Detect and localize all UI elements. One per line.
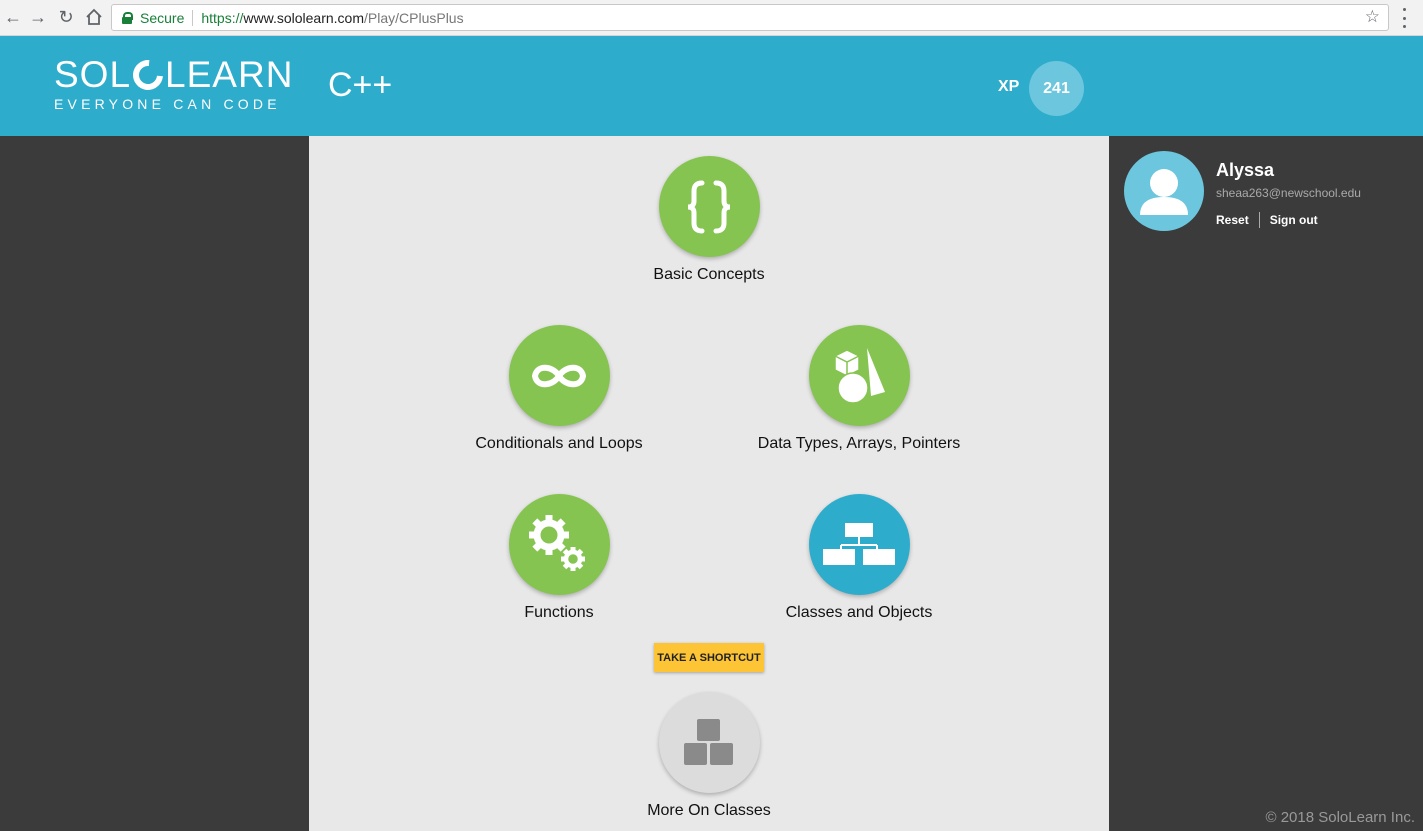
user-icon — [1140, 169, 1188, 215]
take-shortcut-button[interactable]: TAKE A SHORTCUT — [654, 643, 764, 672]
module-conditionals-loops[interactable]: Conditionals and Loops — [429, 325, 689, 453]
shapes-icon — [834, 347, 885, 404]
module-basic-concepts[interactable]: Basic Concepts — [579, 156, 839, 284]
module-circle[interactable] — [508, 494, 610, 595]
module-label: More On Classes — [647, 802, 771, 819]
lock-icon — [122, 12, 133, 24]
module-circle[interactable] — [808, 494, 910, 595]
module-circle[interactable] — [508, 325, 610, 426]
address-bar[interactable]: Secure https://www.sololearn.com/Play/CP… — [111, 4, 1389, 31]
course-title: C++ — [328, 66, 393, 104]
user-name: Alyssa — [1216, 160, 1275, 180]
bookmark-star-icon[interactable]: ☆ — [1365, 7, 1380, 27]
module-label: Data Types, Arrays, Pointers — [757, 435, 961, 452]
module-label: Conditionals and Loops — [475, 435, 643, 452]
sign-out-link[interactable]: Sign out — [1270, 213, 1318, 227]
hierarchy-icon — [823, 522, 895, 565]
reset-link[interactable]: Reset — [1216, 213, 1249, 227]
module-label: Classes and Objects — [785, 604, 933, 621]
forward-arrow-icon[interactable]: → — [28, 7, 48, 27]
browser-toolbar: ← → ↻ Secure https://www.sololearn.com/P… — [0, 0, 1423, 36]
course-map: Basic Concepts Conditionals and Loops Da… — [309, 136, 1109, 831]
module-label: Basic Concepts — [653, 266, 765, 283]
module-data-types[interactable]: Data Types, Arrays, Pointers — [729, 325, 989, 453]
logo-o-icon — [126, 53, 170, 97]
copyright-footer: © 2018 SoloLearn Inc. — [1265, 809, 1416, 826]
xp-label: XP — [998, 78, 1020, 95]
home-icon[interactable] — [84, 7, 104, 27]
module-functions[interactable]: Functions — [429, 494, 689, 622]
module-label: Functions — [524, 604, 594, 621]
avatar[interactable] — [1124, 151, 1204, 231]
xp-badge: 241 — [1029, 61, 1084, 116]
url-text: https://www.sololearn.com/Play/CPlusPlus — [201, 9, 464, 26]
infinity-icon — [531, 364, 587, 387]
curly-braces-icon — [687, 180, 731, 233]
module-more-on-classes[interactable]: More On Classes — [579, 692, 839, 820]
back-arrow-icon[interactable]: ← — [3, 7, 23, 27]
module-circle[interactable] — [658, 156, 760, 257]
user-email: sheaa263@newschool.edu — [1216, 186, 1361, 200]
module-circle[interactable] — [808, 325, 910, 426]
module-classes-objects[interactable]: Classes and Objects — [729, 494, 989, 622]
user-actions: Reset Sign out — [1216, 212, 1318, 228]
browser-menu-icon[interactable] — [1400, 8, 1408, 28]
blocks-icon — [684, 718, 733, 765]
gears-icon — [529, 514, 585, 571]
module-circle — [658, 692, 760, 793]
secure-label: Secure — [140, 9, 185, 26]
site-header: SOL LEARN EVERYONE CAN CODE C++ XP 241 — [0, 36, 1423, 136]
reload-icon[interactable]: ↻ — [56, 7, 76, 27]
sololearn-logo[interactable]: SOL LEARN EVERYONE CAN CODE — [54, 53, 294, 116]
